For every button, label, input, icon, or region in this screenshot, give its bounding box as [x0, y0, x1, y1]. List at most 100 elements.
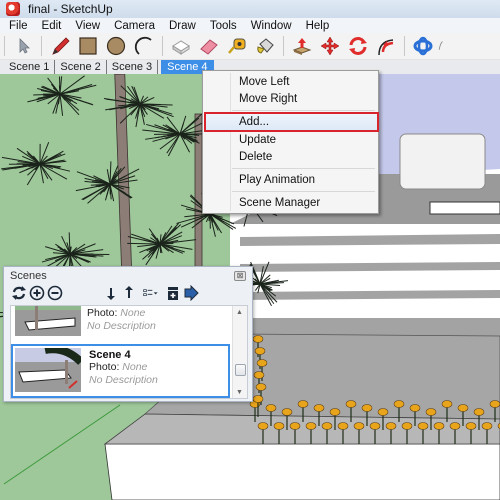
menu-delete[interactable]: Delete: [239, 149, 272, 165]
flower-head: [289, 422, 301, 430]
move-tool-button[interactable]: [316, 34, 344, 58]
minus-circle-icon: [47, 285, 63, 301]
list-view-icon: [143, 289, 158, 296]
scene-tab-1[interactable]: Scene 1: [4, 60, 56, 74]
flower-head: [361, 404, 373, 412]
scene-list-item[interactable]: Photo: None No Description: [11, 306, 230, 342]
flower-head: [425, 408, 437, 416]
menu-move-right[interactable]: Move Right: [239, 91, 297, 107]
rectangle-icon: [79, 37, 97, 55]
menu-file[interactable]: File: [0, 20, 35, 32]
toolbar-separator: [162, 36, 163, 56]
show-details-button[interactable]: [164, 284, 182, 302]
follow-me-button[interactable]: [372, 34, 400, 58]
tape-measure-button[interactable]: [223, 34, 251, 58]
menu-add[interactable]: Add...: [239, 114, 269, 130]
arrow-down-icon: [107, 288, 115, 300]
flower-head: [329, 408, 341, 416]
menu-draw[interactable]: Draw: [162, 20, 203, 32]
scene-description: No Description: [89, 374, 158, 386]
toolbar-separator: [404, 36, 405, 56]
toolbar-separator: [41, 36, 42, 56]
menu-view[interactable]: View: [68, 20, 107, 32]
scroll-up-icon[interactable]: ▲: [236, 309, 243, 316]
flower-head: [252, 335, 264, 343]
line-tool-button[interactable]: [46, 34, 74, 58]
menu-update[interactable]: Update: [239, 132, 276, 148]
view-options-button[interactable]: [138, 284, 164, 302]
update-scene-button[interactable]: [10, 284, 28, 302]
scene-description: No Description: [87, 320, 156, 332]
menu-bar: File Edit View Camera Draw Tools Window …: [0, 18, 500, 33]
flower-head: [465, 422, 477, 430]
circle-tool-button[interactable]: [102, 34, 130, 58]
flower-head: [253, 371, 265, 379]
select-tool-button[interactable]: [9, 34, 37, 58]
flower-head: [337, 422, 349, 430]
menu-move-left[interactable]: Move Left: [239, 74, 290, 90]
scene-list: Photo: None No Description Scene 4 Photo…: [10, 305, 248, 399]
eraser-icon: [200, 39, 218, 55]
arc-tool-button[interactable]: [130, 34, 158, 58]
flower-head: [313, 404, 325, 412]
eraser-tool-button[interactable]: [195, 34, 223, 58]
menu-edit[interactable]: Edit: [35, 20, 69, 32]
flower-head: [393, 400, 405, 408]
main-toolbar: [0, 33, 500, 60]
flower-head: [417, 422, 429, 430]
rotate-tool-button[interactable]: [344, 34, 372, 58]
sketchup-logo-icon: [6, 2, 20, 16]
flower-head: [409, 404, 421, 412]
plus-circle-icon: [29, 285, 45, 301]
move-scene-down-button[interactable]: [102, 284, 120, 302]
scrollbar-thumb[interactable]: [235, 364, 246, 376]
scene-tab-2[interactable]: Scene 2: [55, 60, 107, 74]
rectangle-tool-button[interactable]: [74, 34, 102, 58]
scene-thumbnail: [15, 348, 81, 392]
pan-tool-button[interactable]: [437, 34, 449, 58]
arrow-up-icon: [125, 286, 133, 298]
sofa: [399, 133, 486, 190]
menu-separator: [232, 191, 375, 192]
flower-head: [449, 422, 461, 430]
menu-play-animation[interactable]: Play Animation: [239, 172, 315, 188]
menu-window[interactable]: Window: [244, 20, 299, 32]
paint-bucket-button[interactable]: [251, 34, 279, 58]
move-icon: [320, 36, 340, 56]
flower-head: [255, 383, 267, 391]
scene-list-item-selected[interactable]: Scene 4 Photo: None No Description: [11, 344, 230, 398]
make-component-button[interactable]: [167, 34, 195, 58]
flower-head: [281, 408, 293, 416]
scenes-toolbar: [10, 284, 248, 302]
rotate-icon: [349, 37, 367, 55]
scenes-panel: Scenes ⊠ Photo: None No Description Scen…: [3, 266, 253, 402]
flower-head: [489, 400, 500, 408]
menu-help[interactable]: Help: [299, 20, 337, 32]
component-icon: [172, 40, 190, 55]
flower-head: [385, 422, 397, 430]
arc-icon: [134, 36, 152, 55]
scene-list-scrollbar[interactable]: ▲ ▼: [232, 306, 247, 398]
add-scene-button[interactable]: [28, 284, 46, 302]
menu-camera[interactable]: Camera: [107, 20, 162, 32]
menu-scene-manager[interactable]: Scene Manager: [239, 195, 320, 211]
orbit-tool-button[interactable]: [409, 34, 437, 58]
remove-scene-button[interactable]: [46, 284, 64, 302]
flower-head: [345, 400, 357, 408]
scroll-down-icon[interactable]: ▼: [236, 389, 243, 396]
flower-head: [377, 408, 389, 416]
move-scene-up-button[interactable]: [120, 284, 138, 302]
window-title: final - SketchUp: [28, 2, 113, 16]
refresh-icon: [12, 286, 26, 300]
flower-head: [441, 400, 453, 408]
pine-needle: [127, 242, 161, 245]
expand-panel-button[interactable]: [182, 284, 200, 302]
push-pull-icon: [292, 38, 312, 55]
planter-face: [104, 443, 500, 500]
close-icon[interactable]: ⊠: [234, 271, 246, 281]
menu-tools[interactable]: Tools: [203, 20, 244, 32]
menu-separator: [232, 168, 375, 169]
scene-tab-3[interactable]: Scene 3: [107, 60, 159, 74]
push-pull-button[interactable]: [288, 34, 316, 58]
scene-photo-field: Photo: None: [87, 307, 146, 319]
